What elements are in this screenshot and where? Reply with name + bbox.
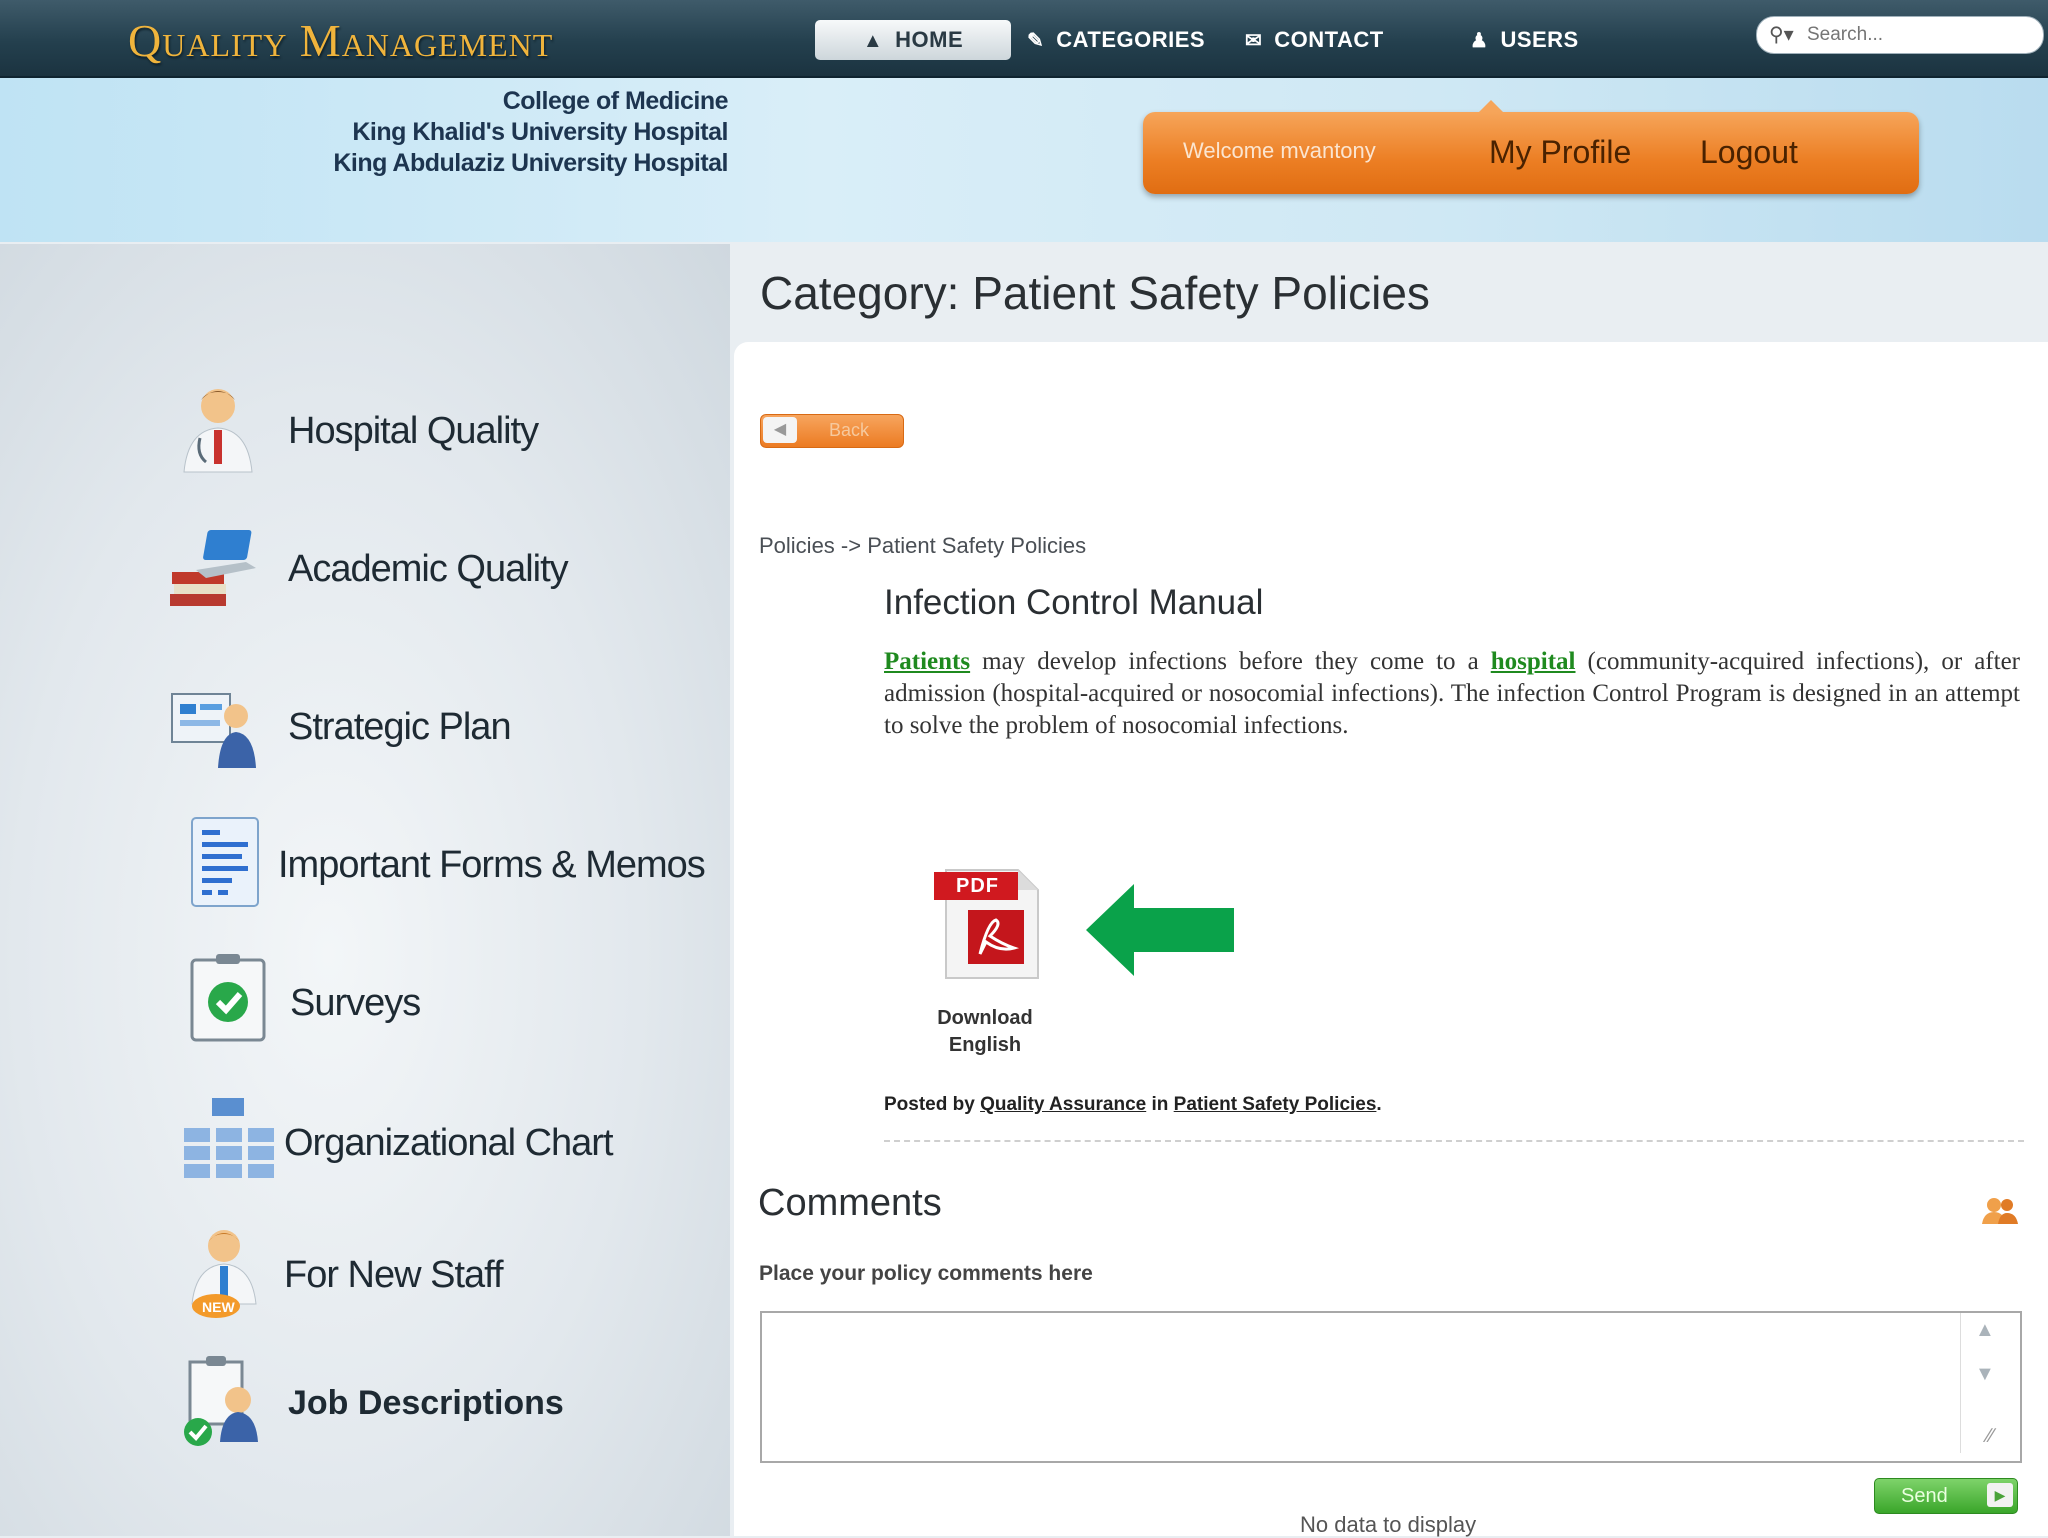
envelope-icon: ✉: [1245, 30, 1263, 52]
posted-prefix: Posted by: [884, 1094, 981, 1115]
send-button-label: Send: [1901, 1485, 1948, 1507]
author-link[interactable]: Quality Assurance: [980, 1094, 1146, 1115]
comments-heading: Comments: [758, 1182, 942, 1224]
user-bar-notch: [1479, 100, 1503, 112]
back-arrow-icon: ◀: [763, 417, 797, 443]
logout-link[interactable]: Logout: [1700, 134, 1798, 171]
college-info: College of Medicine King Khalid's Univer…: [333, 86, 728, 179]
search-input[interactable]: [1805, 21, 2029, 49]
sidebar-item-label: Academic Quality: [288, 548, 569, 590]
nav-contact[interactable]: ✉ CONTACT: [1245, 20, 1384, 60]
job-description-icon: [184, 1356, 258, 1446]
app-logo[interactable]: Quality Management: [128, 6, 553, 76]
survey-check-icon: [190, 954, 266, 1042]
search-icon[interactable]: ⚲▾: [1769, 17, 1794, 53]
scroll-down-icon[interactable]: ▼: [1975, 1363, 1995, 1386]
welcome-text: Welcome mvantony: [1183, 138, 1376, 163]
pencil-icon: ✎: [1027, 30, 1045, 52]
books-laptop-icon: [170, 530, 256, 606]
svg-text:NEW: NEW: [202, 1299, 235, 1315]
college-line-1: College of Medicine: [502, 87, 729, 115]
nav-users[interactable]: ♟ USERS: [1470, 20, 1579, 60]
nav-users-label: USERS: [1500, 27, 1579, 52]
sidebar-item-label: Hospital Quality: [288, 410, 539, 452]
page-title: Category: Patient Safety Policies: [760, 267, 1430, 319]
new-staff-icon: NEW: [191, 1230, 257, 1318]
sidebar-item-label: For New Staff: [284, 1254, 504, 1296]
top-navigation-bar: Quality Management ▲ HOME ✎ CATEGORIES ✉ CO…: [0, 0, 2048, 78]
nav-home[interactable]: ▲ HOME: [815, 20, 1011, 60]
doctor-icon: [183, 389, 253, 473]
people-icon[interactable]: [1980, 1196, 2020, 1226]
college-line-3: King Abdulaziz University Hospital: [333, 149, 728, 177]
posted-by-line: Posted by Quality Assurance in Patient S…: [884, 1094, 1382, 1116]
comment-prompt: Place your policy comments here: [759, 1262, 1093, 1285]
back-button[interactable]: ◀ Back: [760, 414, 904, 448]
user-bar: Welcome mvantony My Profile Logout: [1143, 100, 1919, 194]
document-title: Infection Control Manual: [884, 583, 1264, 622]
pdf-download-link[interactable]: PDF: [926, 864, 1046, 984]
divider: [884, 1140, 2024, 1142]
patients-link[interactable]: Patients: [884, 648, 970, 675]
my-profile-link[interactable]: My Profile: [1489, 134, 1631, 171]
document-description: Patients may develop infections before t…: [884, 646, 2020, 742]
nav-contact-label: CONTACT: [1274, 27, 1384, 52]
download-label-line-2: English: [948, 1034, 1022, 1056]
body-text-1: may develop infections before they come …: [970, 648, 1491, 675]
resize-grip-icon[interactable]: ∕∕: [1987, 1425, 1994, 1448]
no-data-message: No data to display: [1300, 1512, 1477, 1537]
org-chart-icon: [184, 1098, 274, 1178]
sidebar: Hospital Quality Academic Quality Strate…: [0, 244, 730, 1536]
download-label-line-1: Download: [937, 1007, 1033, 1029]
search-box[interactable]: ⚲▾: [1756, 16, 2044, 54]
category-link[interactable]: Patient Safety Policies: [1174, 1094, 1377, 1115]
sidebar-item-label: Job Descriptions: [288, 1384, 564, 1422]
home-icon: ▲: [862, 30, 884, 52]
nav-home-label: HOME: [895, 27, 964, 52]
posted-suffix: .: [1376, 1094, 1382, 1115]
pdf-tag: PDF: [956, 875, 999, 897]
breadcrumb: Policies -> Patient Safety Policies: [759, 533, 1087, 558]
nav-categories[interactable]: ✎ CATEGORIES: [1027, 20, 1205, 60]
sidebar-item-label: Surveys: [290, 982, 421, 1024]
nav-categories-label: CATEGORIES: [1056, 27, 1206, 52]
document-icon: [191, 817, 259, 907]
users-icon: ♟: [1470, 30, 1489, 52]
scroll-up-icon[interactable]: ▲: [1975, 1319, 1995, 1342]
play-arrow-icon: ▶: [1987, 1483, 2013, 1507]
presentation-icon: [171, 693, 256, 768]
comment-textarea[interactable]: [760, 1311, 2022, 1463]
sidebar-item-label: Important Forms & Memos: [278, 844, 706, 886]
back-button-label: Back: [829, 420, 870, 440]
green-arrow-icon: [1086, 884, 1234, 976]
college-line-2: King Khalid's University Hospital: [352, 118, 728, 146]
textarea-scrollbar[interactable]: ▲ ▼ ∕∕: [1960, 1313, 2013, 1453]
header-banner: College of Medicine King Khalid's Univer…: [0, 78, 2048, 242]
posted-mid: in: [1146, 1094, 1174, 1115]
sidebar-item-label: Organizational Chart: [284, 1122, 614, 1164]
send-button[interactable]: Send ▶: [1874, 1478, 2018, 1514]
download-english-link[interactable]: Download English: [924, 1005, 1046, 1059]
sidebar-item-label: Strategic Plan: [288, 706, 512, 748]
hospital-link[interactable]: hospital: [1491, 648, 1576, 675]
